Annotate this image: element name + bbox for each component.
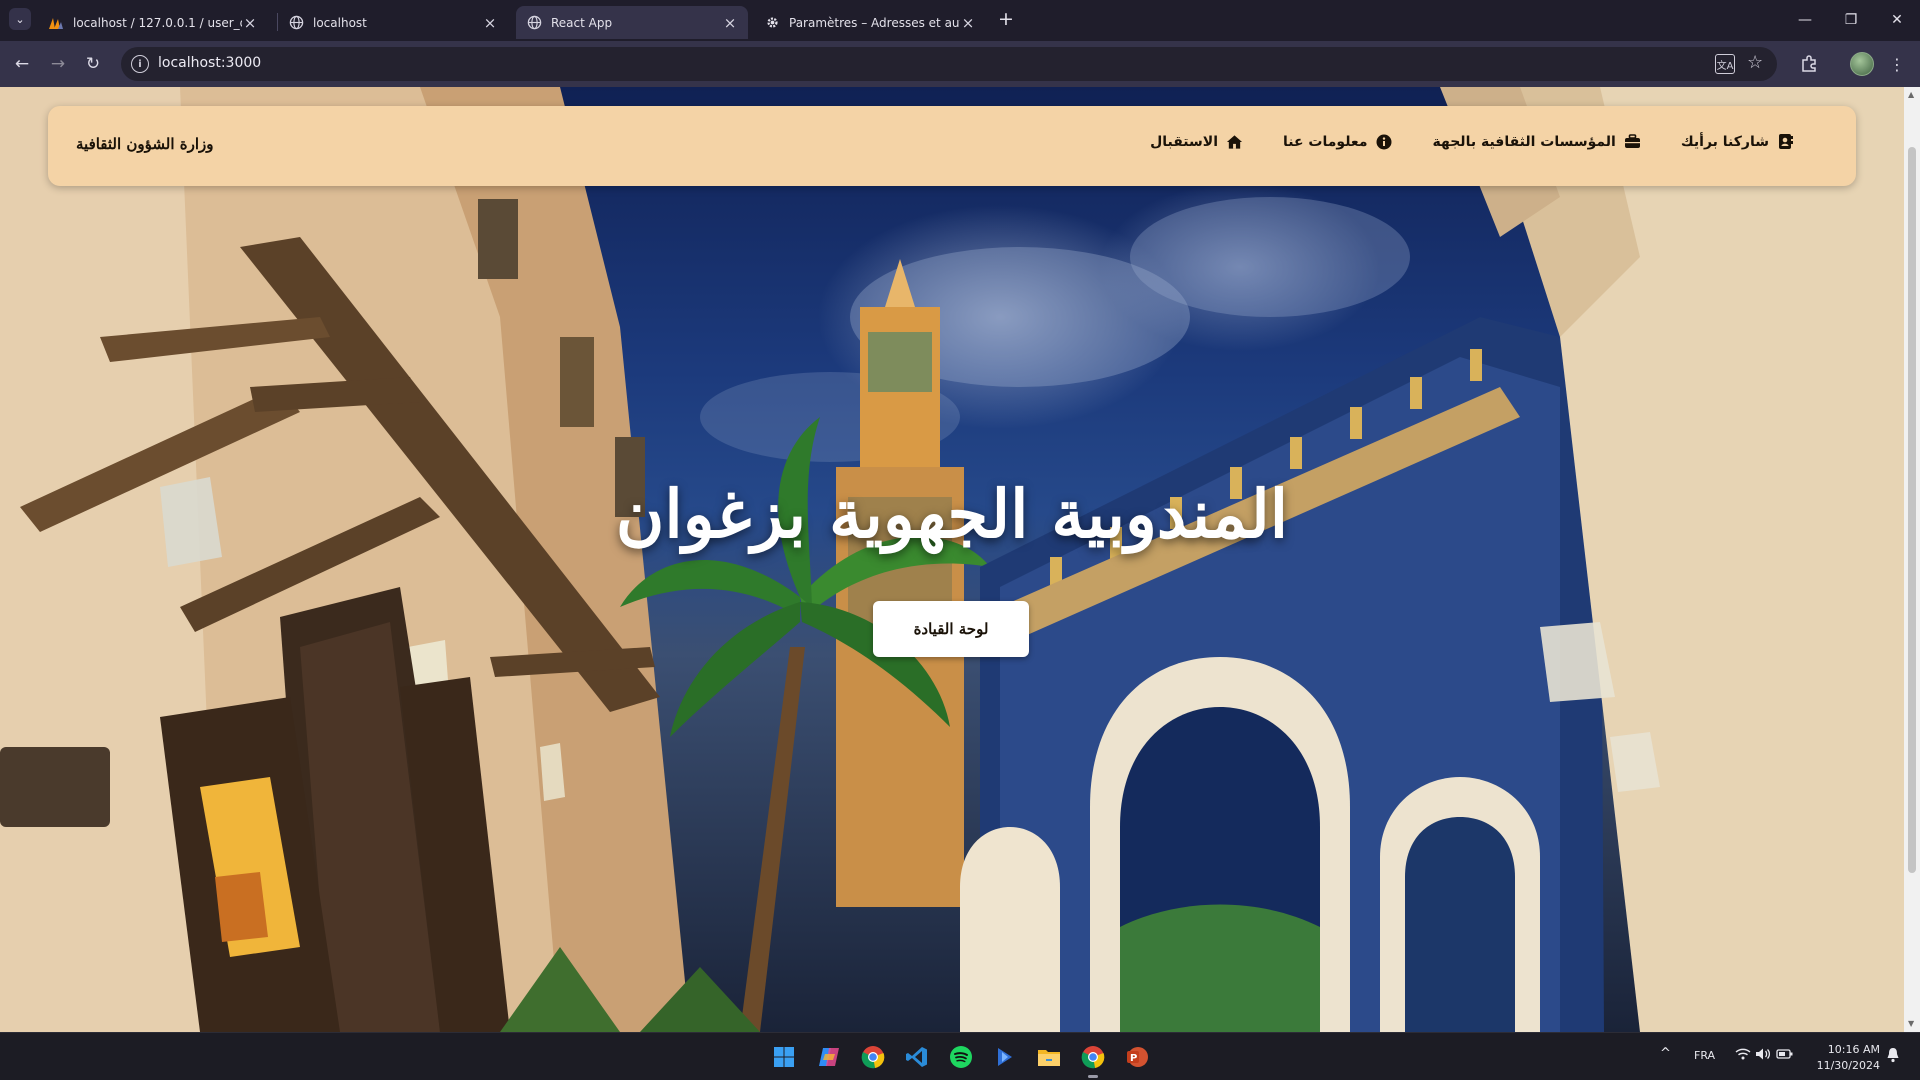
nav-link-home[interactable]: الاستقبال <box>1150 133 1243 150</box>
nav-link-about[interactable]: معلومات عنا <box>1283 133 1392 150</box>
clock-date: 11/30/2024 <box>1816 1059 1880 1072</box>
tab-close-icon[interactable]: × <box>242 14 258 32</box>
powerpoint-icon[interactable]: P <box>1123 1043 1151 1071</box>
bookmark-star-icon[interactable]: ☆ <box>1747 52 1763 73</box>
page-scrollbar[interactable]: ▲ ▼ <box>1904 87 1920 1032</box>
globe-icon <box>526 15 542 31</box>
briefcase-icon <box>1624 133 1641 150</box>
site-info-icon[interactable]: i <box>131 55 149 73</box>
globe-icon <box>288 15 304 31</box>
tab-phpmyadmin[interactable]: localhost / 127.0.0.1 / user_db / × <box>38 6 268 39</box>
reload-button[interactable]: ↻ <box>81 52 105 76</box>
system-clock[interactable]: 10:16 AM 11/30/2024 <box>1812 1042 1880 1074</box>
scroll-down-icon[interactable]: ▼ <box>1908 1019 1914 1028</box>
tab-close-icon[interactable]: × <box>722 14 738 32</box>
address-bar[interactable]: i localhost:3000 文A ☆ <box>121 47 1777 81</box>
gear-icon <box>764 15 780 31</box>
phpmyadmin-icon <box>48 15 64 31</box>
tab-close-icon[interactable]: × <box>482 14 498 32</box>
tab-title: localhost <box>313 15 367 30</box>
tab-title: Paramètres – Adresses et autres <box>789 15 960 30</box>
back-button[interactable]: ← <box>10 52 34 76</box>
windows-taskbar: P ^ FRA 10:16 AM 11/30/2024 <box>0 1032 1920 1080</box>
site-navbar: وزارة الشؤون الثقافية شاركنا برأيك المؤس… <box>48 106 1856 186</box>
nav-link-institutions[interactable]: المؤسسات الثقافية بالجهة <box>1432 133 1640 150</box>
power-automate-icon[interactable] <box>991 1043 1019 1071</box>
battery-icon[interactable] <box>1776 1047 1794 1064</box>
site-brand[interactable]: وزارة الشؤون الثقافية <box>76 135 214 153</box>
hero-background-image <box>0 87 1904 1032</box>
page-viewport: وزارة الشؤون الثقافية شاركنا برأيك المؤس… <box>0 87 1904 1032</box>
restore-button[interactable]: ❐ <box>1828 0 1874 40</box>
profile-avatar[interactable] <box>1850 52 1874 76</box>
home-icon <box>1226 133 1243 150</box>
volume-icon[interactable] <box>1755 1047 1771 1064</box>
translate-icon[interactable]: 文A <box>1715 54 1735 74</box>
windows-start-icon[interactable] <box>770 1043 798 1071</box>
copilot-icon[interactable] <box>815 1043 843 1071</box>
input-language[interactable]: FRA <box>1694 1049 1715 1062</box>
tab-close-icon[interactable]: × <box>960 14 976 32</box>
forward-button[interactable]: → <box>46 52 70 76</box>
close-window-button[interactable]: ✕ <box>1874 0 1920 40</box>
info-icon <box>1375 133 1392 150</box>
tab-localhost[interactable]: localhost × <box>278 6 508 39</box>
scroll-up-icon[interactable]: ▲ <box>1908 90 1914 99</box>
svg-text:P: P <box>1130 1053 1137 1064</box>
scrollbar-thumb[interactable] <box>1908 147 1916 873</box>
chrome-icon[interactable] <box>859 1043 887 1071</box>
wifi-icon[interactable] <box>1735 1047 1751 1064</box>
chrome-active-icon[interactable] <box>1079 1043 1107 1078</box>
new-tab-button[interactable]: + <box>995 8 1017 30</box>
dashboard-button[interactable]: لوحة القيادة <box>873 601 1029 657</box>
browser-toolbar: ← → ↻ i localhost:3000 文A ☆ ⋮ <box>0 41 1920 87</box>
menu-kebab-icon[interactable]: ⋮ <box>1886 53 1908 75</box>
clock-time: 10:16 AM <box>1827 1043 1880 1056</box>
file-explorer-icon[interactable] <box>1035 1043 1063 1071</box>
tray-overflow-chevron-icon[interactable]: ^ <box>1660 1046 1671 1061</box>
tab-title: React App <box>551 15 613 30</box>
nav-link-label: معلومات عنا <box>1283 133 1368 150</box>
nav-link-label: شاركنا برأيك <box>1680 133 1769 150</box>
notification-bell-icon[interactable] <box>1886 1047 1900 1066</box>
tab-search-chevron-icon[interactable]: ⌄ <box>9 8 31 30</box>
extensions-icon[interactable] <box>1798 53 1820 75</box>
spotify-icon[interactable] <box>947 1043 975 1071</box>
contact-book-icon <box>1777 133 1794 150</box>
tab-react-app[interactable]: React App × <box>516 6 748 39</box>
tab-parametres[interactable]: Paramètres – Adresses et autres × <box>754 6 986 39</box>
nav-link-contact[interactable]: شاركنا برأيك <box>1681 133 1794 150</box>
vscode-icon[interactable] <box>903 1043 931 1071</box>
address-url[interactable]: localhost:3000 <box>158 55 261 71</box>
tab-title: localhost / 127.0.0.1 / user_db / <box>73 15 242 30</box>
nav-link-label: المؤسسات الثقافية بالجهة <box>1432 133 1616 150</box>
browser-tab-strip: ⌄ localhost / 127.0.0.1 / user_db / × lo… <box>0 0 1920 41</box>
nav-link-label: الاستقبال <box>1150 133 1219 150</box>
hero-title: المندوبية الجهوية بزغوان <box>615 475 1289 553</box>
minimize-button[interactable]: — <box>1782 0 1828 40</box>
nav-links: شاركنا برأيك المؤسسات الثقافية بالجهة مع… <box>1150 133 1794 150</box>
